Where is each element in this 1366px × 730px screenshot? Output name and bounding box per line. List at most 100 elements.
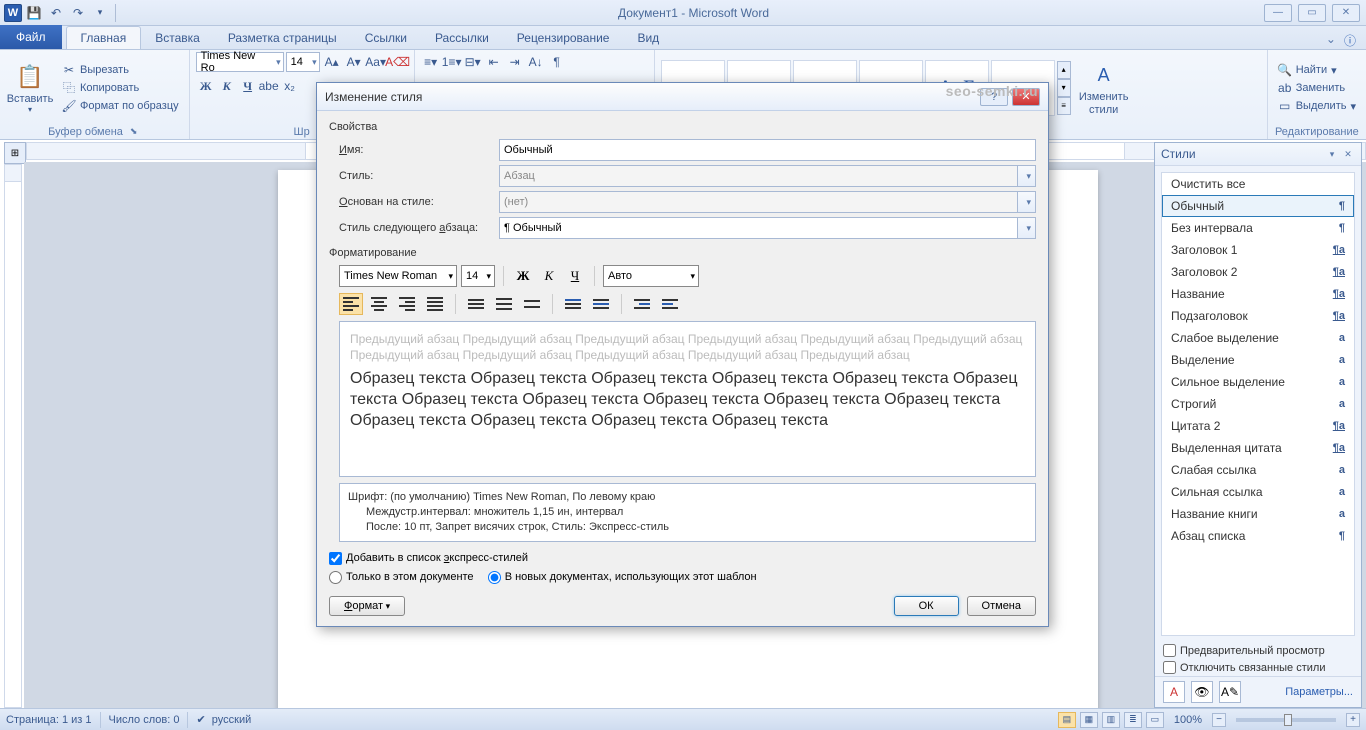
clear-format-icon[interactable]: A⌫ xyxy=(388,52,408,72)
style-item[interactable]: Заголовок 2¶a xyxy=(1162,261,1354,283)
dialog-title-bar[interactable]: Изменение стиля ? ✕ xyxy=(317,83,1048,111)
paste-button[interactable]: 📋 Вставить ▾ xyxy=(6,52,54,123)
manage-styles-icon[interactable]: A✎ xyxy=(1219,681,1241,703)
cancel-button[interactable]: Отмена xyxy=(967,596,1036,616)
align-right-button[interactable] xyxy=(395,293,419,315)
template-radio[interactable] xyxy=(488,571,501,584)
dlg-font-size[interactable]: 14 xyxy=(461,265,495,287)
vertical-ruler[interactable] xyxy=(4,164,22,708)
style-name-input[interactable] xyxy=(499,139,1036,161)
sort-icon[interactable]: A↓ xyxy=(526,52,546,72)
format-dropdown-button[interactable]: Формат xyxy=(329,596,405,616)
align-justify-button[interactable] xyxy=(423,293,447,315)
linked-checkbox[interactable] xyxy=(1163,661,1176,674)
tab-file[interactable]: Файл xyxy=(0,25,62,49)
ribbon-minimize-icon[interactable]: ⌄ xyxy=(1326,32,1336,49)
new-style-icon[interactable]: A xyxy=(1163,681,1185,703)
style-item[interactable]: Название¶a xyxy=(1162,283,1354,305)
change-case-icon[interactable]: Aa▾ xyxy=(366,52,386,72)
help-icon[interactable]: ⓘ xyxy=(1344,32,1356,49)
replace-button[interactable]: abЗаменить xyxy=(1274,80,1360,96)
tab-home[interactable]: Главная xyxy=(66,26,142,49)
close-window-button[interactable]: ✕ xyxy=(1332,4,1360,22)
find-button[interactable]: 🔍Найти ▾ xyxy=(1274,62,1360,78)
spacing-2-button[interactable] xyxy=(520,293,544,315)
indent-icon[interactable]: ⇥ xyxy=(505,52,525,72)
multilevel-icon[interactable]: ⊟▾ xyxy=(463,52,483,72)
gallery-up-icon[interactable]: ▴ xyxy=(1057,61,1071,79)
tab-references[interactable]: Ссылки xyxy=(351,27,421,49)
pane-close-icon[interactable]: ✕ xyxy=(1341,147,1355,161)
dlg-color-select[interactable]: Авто xyxy=(603,265,699,287)
subscript-icon[interactable]: x₂ xyxy=(280,76,300,96)
dlg-font-name[interactable]: Times New Roman xyxy=(339,265,457,287)
view-outline-icon[interactable]: ≣ xyxy=(1124,712,1142,728)
space-before-inc-button[interactable] xyxy=(561,293,585,315)
style-item[interactable]: Слабое выделениеa xyxy=(1162,327,1354,349)
cut-button[interactable]: ✂Вырезать xyxy=(58,62,183,78)
style-item[interactable]: Выделениеa xyxy=(1162,349,1354,371)
undo-icon[interactable]: ↶ xyxy=(46,3,66,23)
dlg-underline-button[interactable]: Ч xyxy=(564,265,586,287)
preview-checkbox-row[interactable]: Предварительный просмотр xyxy=(1155,642,1361,659)
styles-pane-title-bar[interactable]: Стили ▾ ✕ xyxy=(1155,143,1361,166)
zoom-label[interactable]: 100% xyxy=(1174,714,1202,726)
view-draft-icon[interactable]: ▭ xyxy=(1146,712,1164,728)
space-before-dec-button[interactable] xyxy=(589,293,613,315)
ok-button[interactable]: ОК xyxy=(894,596,959,616)
style-clear-all[interactable]: Очистить все xyxy=(1162,173,1354,195)
tab-insert[interactable]: Вставка xyxy=(141,27,214,49)
numbering-icon[interactable]: 1≡▾ xyxy=(442,52,462,72)
indent-inc-button[interactable] xyxy=(658,293,682,315)
pane-dropdown-icon[interactable]: ▾ xyxy=(1325,147,1339,161)
strike-icon[interactable]: abe xyxy=(259,76,279,96)
template-radio-row[interactable]: В новых документах, использующих этот ша… xyxy=(488,571,757,584)
redo-icon[interactable]: ↷ xyxy=(68,3,88,23)
word-count-status[interactable]: Число слов: 0 xyxy=(109,714,180,726)
copy-button[interactable]: ⿻Копировать xyxy=(58,80,183,96)
language-status[interactable]: русский xyxy=(212,714,251,726)
style-item[interactable]: Слабая ссылкаa xyxy=(1162,459,1354,481)
style-item[interactable]: Обычный¶ xyxy=(1162,195,1354,217)
tab-view[interactable]: Вид xyxy=(623,27,673,49)
gallery-more-icon[interactable]: ≡ xyxy=(1057,97,1071,115)
qat-customize-icon[interactable]: ▾ xyxy=(90,3,110,23)
style-item[interactable]: Абзац списка¶ xyxy=(1162,525,1354,547)
bold-button[interactable]: Ж xyxy=(196,76,216,96)
dlg-bold-button[interactable]: Ж xyxy=(512,265,534,287)
linked-checkbox-row[interactable]: Отключить связанные стили xyxy=(1155,659,1361,676)
underline-button[interactable]: Ч xyxy=(238,76,258,96)
dlg-italic-button[interactable]: К xyxy=(538,265,560,287)
thisdoc-radio-row[interactable]: Только в этом документе xyxy=(329,571,474,584)
change-styles-button[interactable]: A Изменить стили xyxy=(1075,52,1133,123)
thisdoc-radio[interactable] xyxy=(329,571,342,584)
zoom-slider[interactable] xyxy=(1236,718,1336,722)
page-status[interactable]: Страница: 1 из 1 xyxy=(6,714,92,726)
outdent-icon[interactable]: ⇤ xyxy=(484,52,504,72)
zoom-thumb[interactable] xyxy=(1284,714,1292,726)
grow-font-icon[interactable]: A▴ xyxy=(322,52,342,72)
style-item[interactable]: Название книгиa xyxy=(1162,503,1354,525)
add-quick-check-row[interactable]: Добавить в список экспресс-стилей xyxy=(329,552,1036,565)
gallery-down-icon[interactable]: ▾ xyxy=(1057,79,1071,97)
style-item[interactable]: Сильное выделениеa xyxy=(1162,371,1354,393)
word-app-icon[interactable]: W xyxy=(4,4,22,22)
format-painter-button[interactable]: 🖌Формат по образцу xyxy=(58,98,183,114)
align-center-button[interactable] xyxy=(367,293,391,315)
nextstyle-select[interactable]: ¶ Обычный xyxy=(499,217,1036,239)
styles-list[interactable]: Очистить все Обычный¶Без интервала¶ Загол… xyxy=(1161,172,1355,636)
preview-checkbox[interactable] xyxy=(1163,644,1176,657)
style-item[interactable]: Без интервала¶ xyxy=(1162,217,1354,239)
minimize-button[interactable]: ― xyxy=(1264,4,1292,22)
italic-button[interactable]: К xyxy=(217,76,237,96)
style-item[interactable]: Цитата 2¶a xyxy=(1162,415,1354,437)
zoom-in-button[interactable]: + xyxy=(1346,713,1360,727)
select-button[interactable]: ▭Выделить ▾ xyxy=(1274,98,1360,114)
add-quick-checkbox[interactable] xyxy=(329,552,342,565)
shrink-font-icon[interactable]: A▾ xyxy=(344,52,364,72)
zoom-out-button[interactable]: − xyxy=(1212,713,1226,727)
indent-dec-button[interactable] xyxy=(630,293,654,315)
spacing-15-button[interactable] xyxy=(492,293,516,315)
bullets-icon[interactable]: ≡▾ xyxy=(421,52,441,72)
tab-layout[interactable]: Разметка страницы xyxy=(214,27,351,49)
